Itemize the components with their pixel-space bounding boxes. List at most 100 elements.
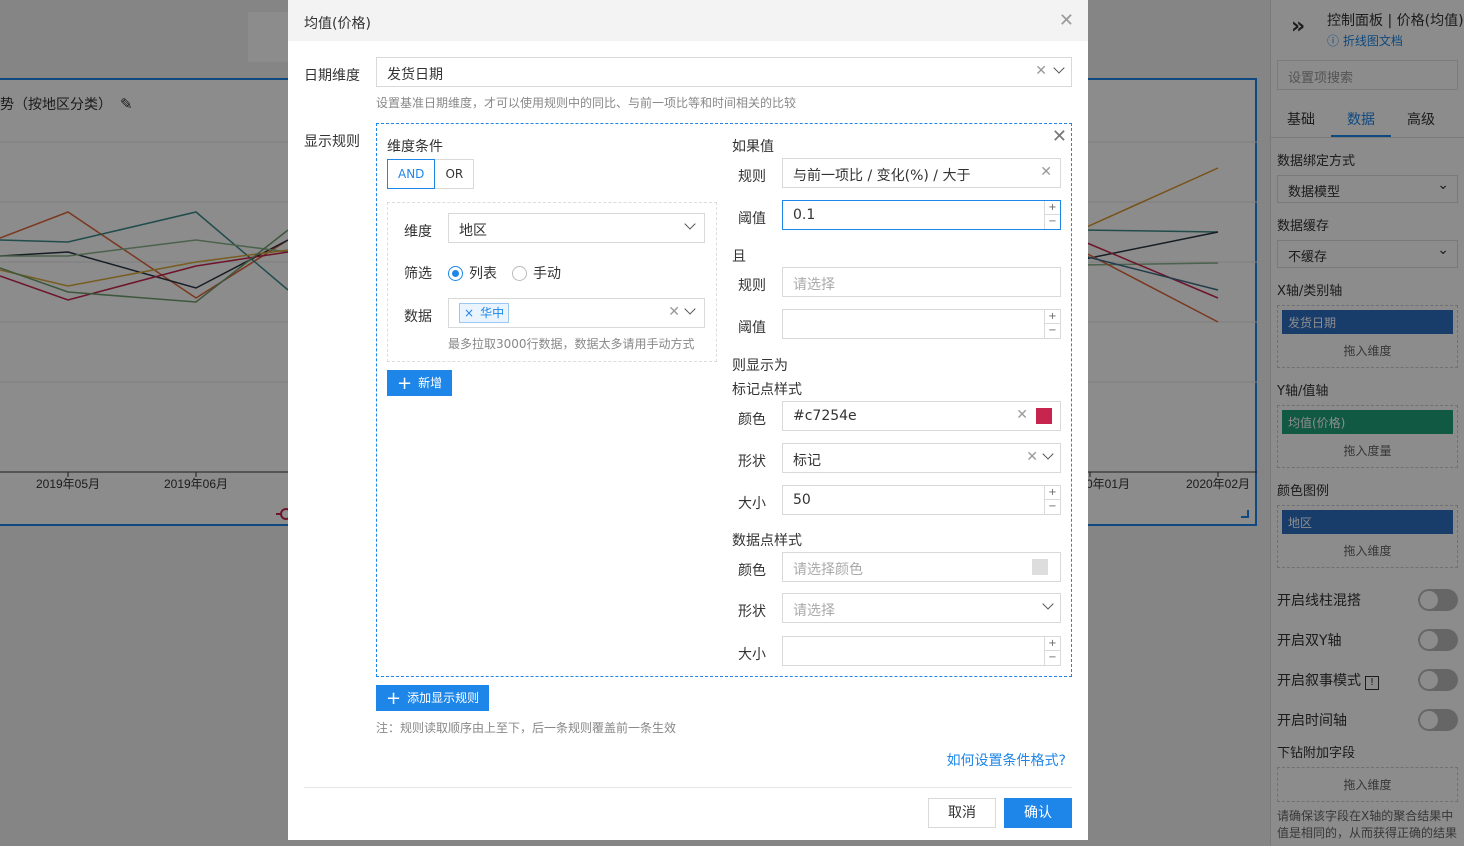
point-color-swatch[interactable] <box>1032 559 1048 575</box>
logic-toggle: AND OR <box>387 159 475 189</box>
threshold2-input[interactable]: + − <box>782 309 1061 339</box>
point-color-label: 颜色 <box>738 563 766 579</box>
point-size-stepper[interactable]: + − <box>1044 637 1060 665</box>
chevron-down-icon[interactable] <box>1053 62 1065 74</box>
decrement-icon[interactable]: − <box>1045 215 1060 229</box>
point-size-label: 大小 <box>738 647 766 663</box>
marker-color-value: #c7254e <box>793 408 857 424</box>
marker-color-input[interactable]: #c7254e ✕ <box>782 401 1061 431</box>
point-shape-select[interactable]: 请选择 <box>782 593 1061 623</box>
date-dimension-hint: 设置基准日期维度，才可以使用规则中的同比、与前一项比等和时间相关的比较 <box>376 96 797 110</box>
date-dimension-value: 发货日期 <box>387 67 443 83</box>
data-hint: 最多拉取3000行数据，数据太多请用手动方式 <box>448 337 695 351</box>
dimension-label: 维度 <box>404 224 432 240</box>
clear-icon[interactable]: ✕ <box>1016 407 1028 423</box>
cancel-button[interactable]: 取消 <box>928 798 996 828</box>
threshold-label: 阈值 <box>738 211 766 227</box>
marker-color-swatch[interactable] <box>1036 408 1052 424</box>
chevron-down-icon[interactable] <box>684 218 696 230</box>
increment-icon[interactable]: + <box>1045 310 1060 324</box>
rule-order-footnote: 注：规则读取顺序由上至下，后一条规则覆盖前一条生效 <box>376 721 677 735</box>
add-display-rule-text: 添加显示规则 <box>407 691 480 705</box>
data-label: 数据 <box>404 309 432 325</box>
rule2-placeholder: 请选择 <box>793 277 835 293</box>
filter-label: 筛选 <box>404 266 432 282</box>
rule2-label: 规则 <box>738 278 766 294</box>
tag-text: 华中 <box>480 306 505 320</box>
decrement-icon[interactable]: − <box>1045 651 1060 665</box>
date-dimension-label: 日期维度 <box>304 68 360 84</box>
marker-color-label: 颜色 <box>738 412 766 428</box>
confirm-button[interactable]: 确认 <box>1004 798 1072 828</box>
point-size-input[interactable]: + − <box>782 636 1061 666</box>
threshold2-label: 阈值 <box>738 320 766 336</box>
dimension-condition-label: 维度条件 <box>387 139 443 155</box>
and-condition-label: 且 <box>732 249 746 265</box>
marker-shape-value: 标记 <box>793 453 821 469</box>
threshold2-stepper[interactable]: + − <box>1044 310 1060 338</box>
data-multiselect[interactable]: × 华中 ✕ <box>448 298 705 328</box>
if-value-label: 如果值 <box>732 139 774 155</box>
plus-icon: + <box>397 373 413 394</box>
clear-icon[interactable]: ✕ <box>1040 164 1052 180</box>
display-rule-label: 显示规则 <box>304 134 360 150</box>
marker-size-label: 大小 <box>738 496 766 512</box>
remove-tag-icon[interactable]: × <box>464 306 474 320</box>
filter-manual-radio[interactable]: 手动 <box>512 263 561 283</box>
display-rule-card: ✕ 维度条件 AND OR 维度 地区 筛选 列表 手动 数据 × 华中 ✕ 最… <box>376 123 1072 677</box>
date-dimension-select[interactable]: 发货日期 ✕ <box>376 57 1072 87</box>
point-color-placeholder: 请选择颜色 <box>793 562 863 578</box>
help-link[interactable]: 如何设置条件格式? <box>947 750 1066 770</box>
radio-checked-icon <box>448 265 463 281</box>
then-show-label: 则显示为 <box>732 358 788 374</box>
marker-size-value: 50 <box>793 492 811 508</box>
and-button[interactable]: AND <box>387 159 436 189</box>
footer-divider <box>304 787 1072 788</box>
conditional-format-dialog: 均值(价格) ✕ 日期维度 发货日期 ✕ 设置基准日期维度，才可以使用规则中的同… <box>288 0 1088 840</box>
add-condition-text: 新增 <box>418 376 443 390</box>
dimension-condition-box: 维度 地区 筛选 列表 手动 数据 × 华中 ✕ 最多拉取3000行数据，数据太… <box>387 202 717 362</box>
clear-icon[interactable]: ✕ <box>1035 63 1047 79</box>
point-shape-label: 形状 <box>738 604 766 620</box>
chevron-down-icon[interactable] <box>1042 598 1054 610</box>
marker-style-label: 标记点样式 <box>732 382 802 398</box>
clear-icon[interactable]: ✕ <box>1026 449 1038 465</box>
add-condition-button[interactable]: + 新增 <box>387 370 453 396</box>
rule-value: 与前一项比 / 变化(%) / 大于 <box>793 168 971 184</box>
dimension-select[interactable]: 地区 <box>448 213 705 243</box>
dialog-header: 均值(价格) ✕ <box>288 0 1088 41</box>
threshold-input[interactable]: 0.1 + − <box>782 200 1061 230</box>
filter-list-text: 列表 <box>469 266 497 282</box>
clear-icon[interactable]: ✕ <box>668 304 680 320</box>
selected-tag: × 华中 <box>459 303 510 323</box>
radio-unchecked-icon <box>512 265 527 281</box>
rule2-select[interactable]: 请选择 <box>782 267 1061 297</box>
add-display-rule-button[interactable]: + 添加显示规则 <box>376 685 490 711</box>
filter-list-radio[interactable]: 列表 <box>448 263 497 283</box>
marker-shape-select[interactable]: 标记 ✕ <box>782 443 1061 473</box>
chevron-down-icon[interactable] <box>1042 448 1054 460</box>
increment-icon[interactable]: + <box>1045 486 1060 500</box>
point-color-input[interactable]: 请选择颜色 <box>782 552 1061 582</box>
dimension-value: 地区 <box>459 223 487 239</box>
increment-icon[interactable]: + <box>1045 201 1060 215</box>
point-shape-placeholder: 请选择 <box>793 603 835 619</box>
increment-icon[interactable]: + <box>1045 637 1060 651</box>
decrement-icon[interactable]: − <box>1045 500 1060 514</box>
rule-label: 规则 <box>738 169 766 185</box>
decrement-icon[interactable]: − <box>1045 324 1060 338</box>
marker-size-stepper[interactable]: + − <box>1044 486 1060 514</box>
close-icon[interactable]: ✕ <box>1059 10 1074 31</box>
plus-icon: + <box>386 688 402 709</box>
dialog-title: 均值(价格) <box>304 16 371 32</box>
rule-select[interactable]: 与前一项比 / 变化(%) / 大于 ✕ <box>782 158 1061 188</box>
remove-rule-icon[interactable]: ✕ <box>1052 126 1067 147</box>
or-button[interactable]: OR <box>435 159 475 189</box>
dialog-body: 日期维度 发货日期 ✕ 设置基准日期维度，才可以使用规则中的同比、与前一项比等和… <box>288 41 1088 840</box>
threshold-stepper[interactable]: + − <box>1044 201 1060 229</box>
marker-size-input[interactable]: 50 + − <box>782 485 1061 515</box>
filter-manual-text: 手动 <box>533 266 561 282</box>
threshold-value: 0.1 <box>793 207 816 223</box>
point-style-label: 数据点样式 <box>732 533 802 549</box>
chevron-down-icon[interactable] <box>684 303 696 315</box>
